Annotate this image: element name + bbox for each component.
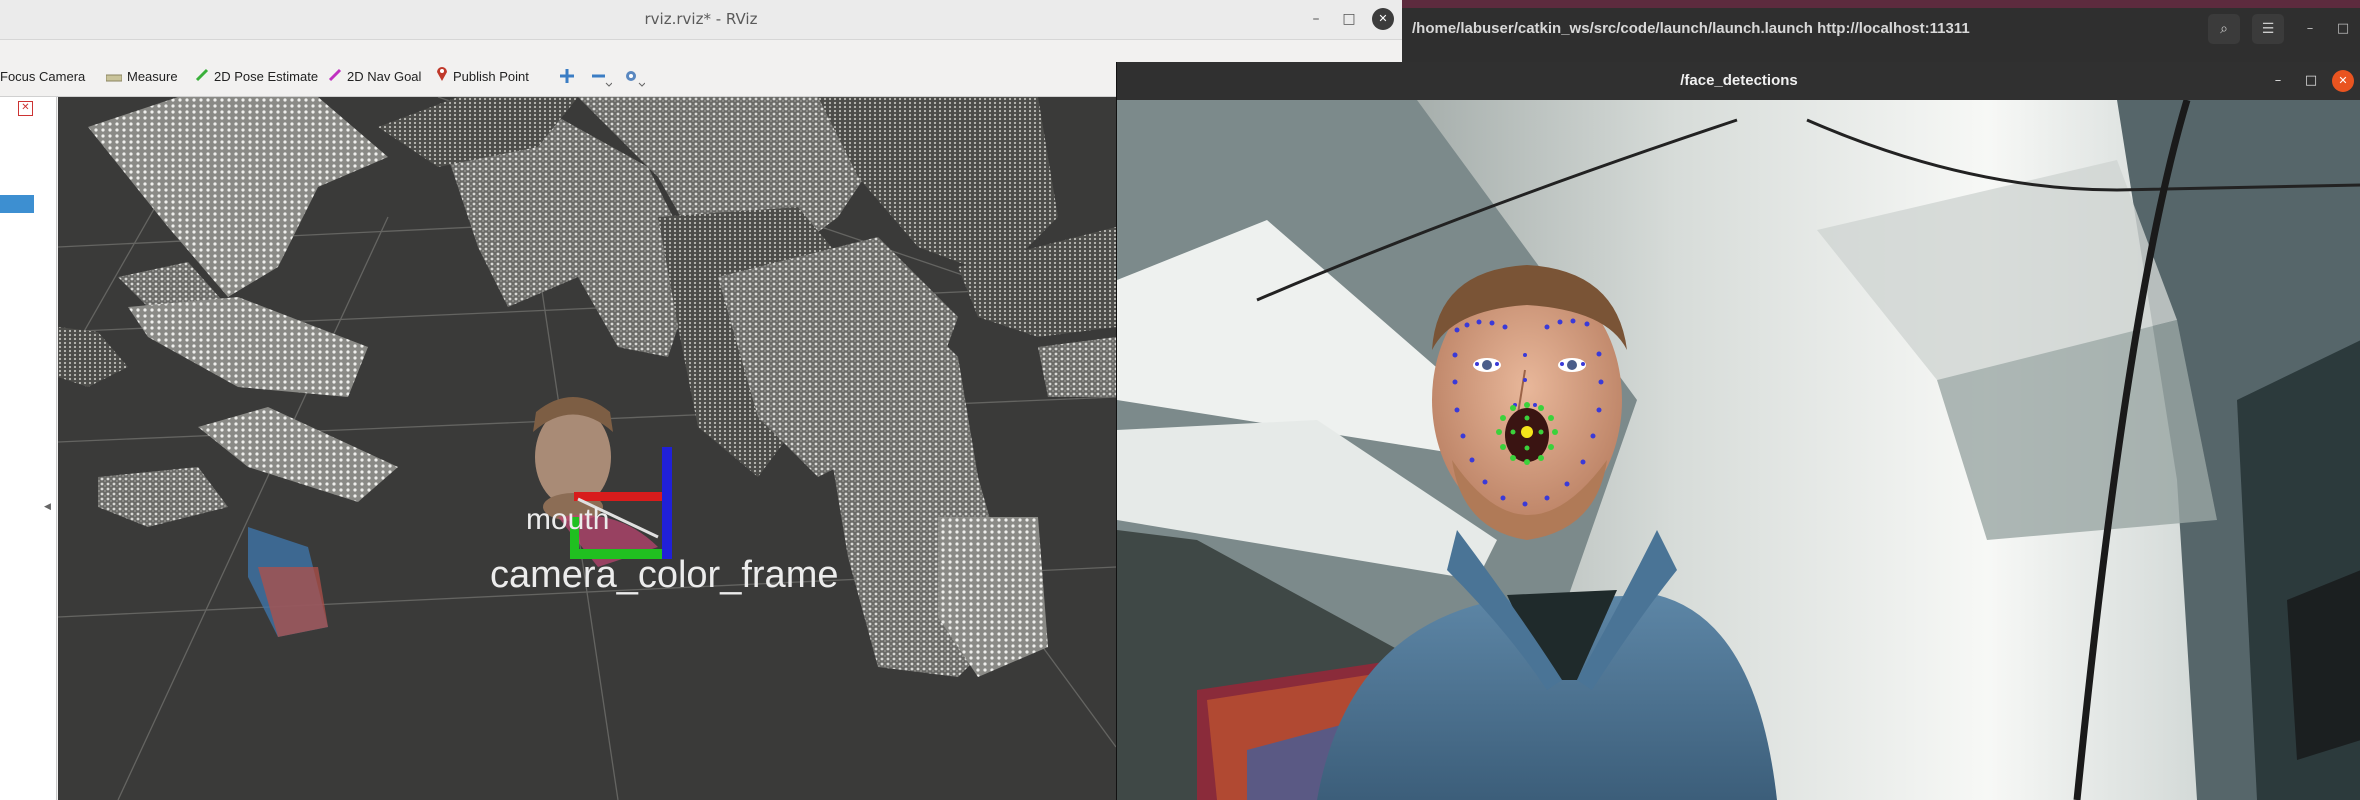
- face-minimize-button[interactable]: –: [2267, 70, 2289, 92]
- rviz-minimize-button[interactable]: –: [1305, 8, 1327, 30]
- terminal-minimize-button[interactable]: –: [2299, 18, 2321, 40]
- rviz-window-title: rviz.rviz* - RViz: [644, 10, 758, 28]
- panel-close-button[interactable]: ✕: [18, 101, 33, 116]
- terminal-title: /home/labuser/catkin_ws/src/code/launch/…: [1412, 20, 1970, 37]
- rviz-titlebar[interactable]: rviz.rviz* - RViz – □ ✕: [0, 0, 1402, 40]
- magenta-arrow-icon: [328, 67, 342, 89]
- face-detections-window: /face_detections – □ ✕: [1116, 62, 2360, 800]
- terminal-search-button[interactable]: ⌕: [2208, 14, 2240, 44]
- terminal-accent-bar: [1402, 0, 2360, 8]
- ruler-icon: [105, 67, 123, 89]
- focus-camera-tool[interactable]: Focus Camera: [0, 66, 85, 88]
- collapse-arrow-icon[interactable]: ◀: [44, 502, 51, 512]
- map-pin-icon: [436, 66, 448, 89]
- measure-label: Measure: [127, 69, 178, 84]
- camera-image: [1117, 100, 2360, 800]
- face-maximize-button[interactable]: □: [2300, 70, 2322, 92]
- publish-point-label: Publish Point: [453, 69, 529, 84]
- nav-goal-tool[interactable]: 2D Nav Goal: [328, 66, 421, 88]
- focus-camera-label: Focus Camera: [0, 69, 86, 84]
- add-tool-icon[interactable]: [558, 67, 576, 89]
- measure-tool[interactable]: Measure: [105, 66, 178, 89]
- terminal-menu-button[interactable]: ☰: [2252, 14, 2284, 44]
- terminal-window: /home/labuser/catkin_ws/src/code/launch/…: [1402, 0, 2360, 64]
- terminal-maximize-button[interactable]: □: [2332, 18, 2354, 40]
- head-point-cloud: [533, 397, 658, 567]
- displays-panel: ✕ ◀: [0, 97, 57, 800]
- mouth-frame-label: mouth: [526, 503, 610, 536]
- camera-frame-label: camera_color_frame: [490, 554, 839, 596]
- publish-point-tool[interactable]: Publish Point: [436, 66, 529, 88]
- remove-tool-icon[interactable]: [590, 67, 613, 91]
- mouth-center-marker: [1521, 426, 1533, 438]
- face-window-titlebar[interactable]: /face_detections – □ ✕: [1117, 62, 2360, 100]
- rviz-maximize-button[interactable]: □: [1338, 8, 1360, 30]
- face-close-button[interactable]: ✕: [2332, 70, 2354, 92]
- pose-estimate-tool[interactable]: 2D Pose Estimate: [195, 66, 318, 88]
- pose-estimate-label: 2D Pose Estimate: [214, 69, 319, 84]
- rviz-close-button[interactable]: ✕: [1372, 8, 1394, 30]
- green-arrow-icon: [195, 67, 209, 89]
- face-window-title: /face_detections: [1680, 72, 1798, 89]
- 3d-viewport[interactable]: mouth camera_color_frame: [58, 97, 1116, 800]
- point-cloud-render: [58, 97, 1116, 800]
- face-detection-frame: [1117, 100, 2360, 800]
- selected-display-row[interactable]: [0, 195, 34, 213]
- nav-goal-label: 2D Nav Goal: [347, 69, 422, 84]
- tool-properties-icon[interactable]: [623, 67, 646, 91]
